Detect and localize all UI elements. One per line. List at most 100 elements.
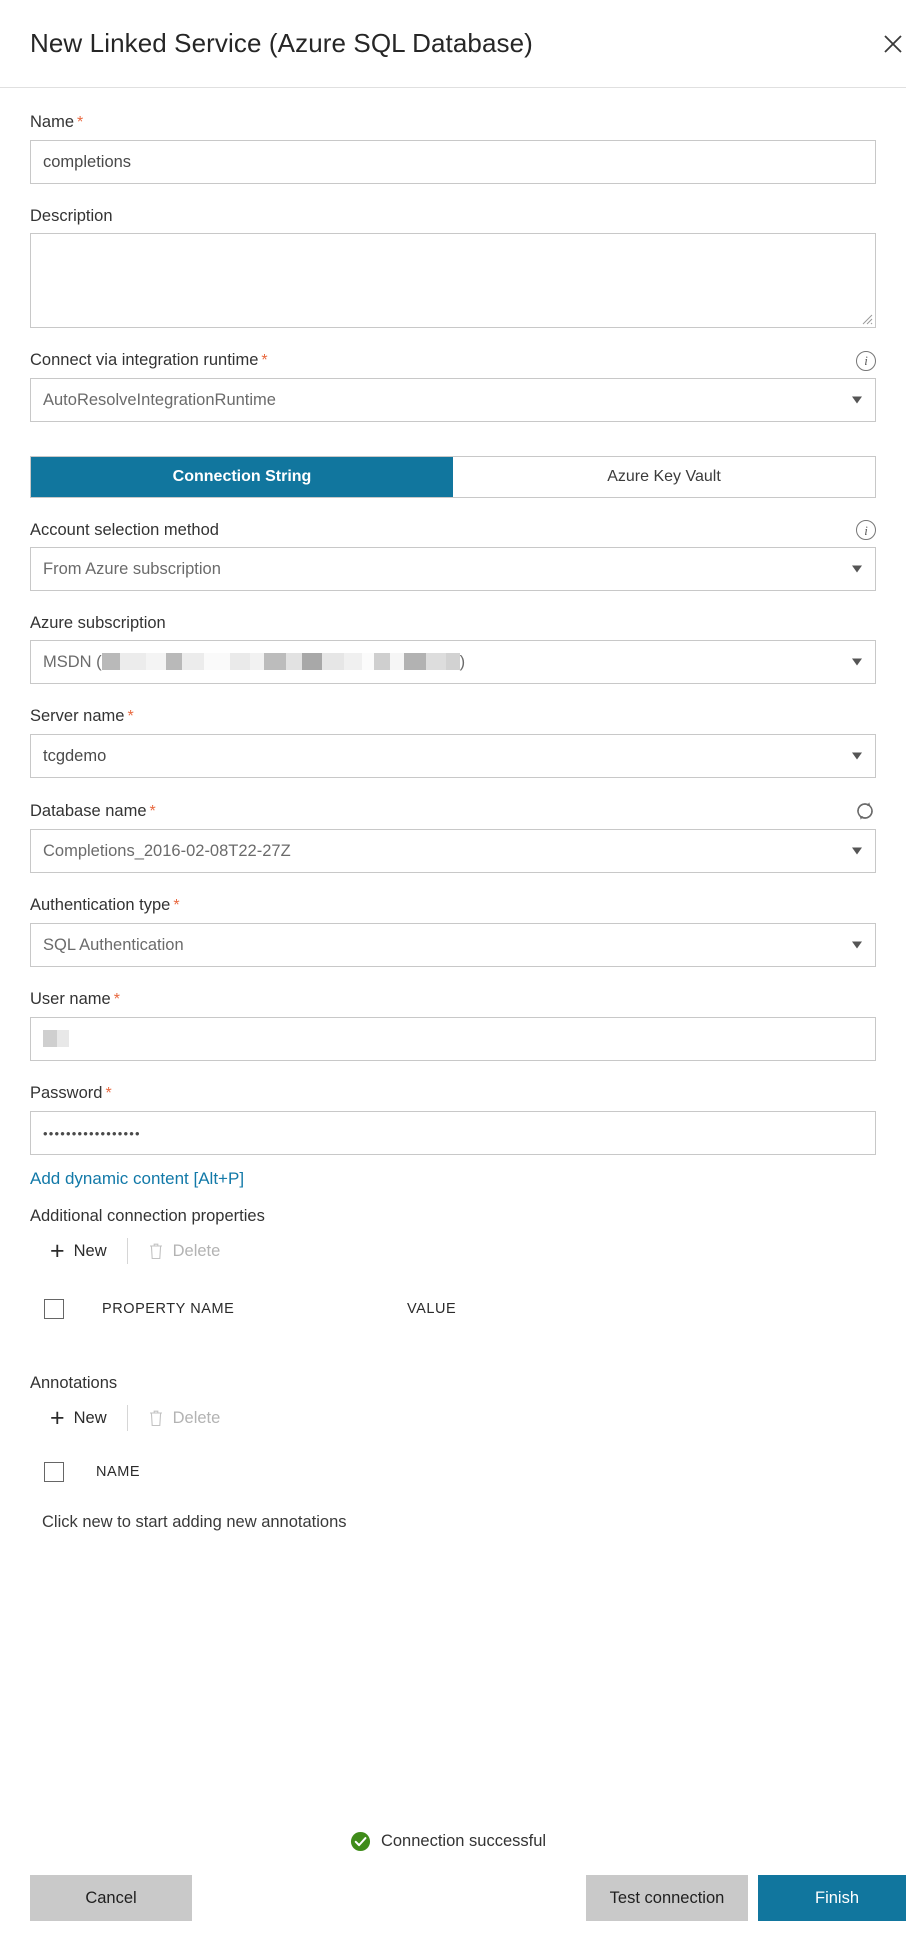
info-icon[interactable]: i [856,520,876,540]
field-authentication-type: Authentication type * SQL Authentication [30,895,876,967]
chevron-down-icon [852,847,862,855]
account-selection-value: From Azure subscription [43,559,221,578]
additional-properties-table-header: PROPERTY NAME VALUE [30,1286,876,1332]
redaction-block [321,652,344,670]
connection-tabs: Connection String Azure Key Vault [30,456,876,498]
name-label: Name * [30,113,84,131]
redaction-block [229,652,250,670]
server-name-label: Server name * [30,707,134,725]
column-name: NAME [96,1464,141,1480]
name-label-row: Name * [30,112,876,133]
delete-annotation-button[interactable]: Delete [142,1405,227,1432]
annotations-title: Annotations [30,1374,118,1392]
integration-runtime-label: Connect via integration runtime * [30,351,268,369]
integration-runtime-label-row: Connect via integration runtime * i [30,350,876,371]
redaction-block [181,652,204,670]
database-name-label: Database name * [30,801,156,820]
additional-connection-properties-section: Additional connection properties + New D… [30,1207,876,1332]
password-label-row: Password * [30,1083,876,1104]
description-label-row: Description [30,206,876,226]
trash-icon [149,1243,162,1260]
page-title: New Linked Service (Azure SQL Database) [30,28,533,58]
database-name-select[interactable]: Completions_2016-02-08T22-27Z [30,829,876,873]
chevron-down-icon [852,752,862,760]
cancel-button[interactable]: Cancel [30,1875,192,1921]
finish-button[interactable]: Finish [758,1875,906,1921]
description-label: Description [30,207,113,225]
plus-icon: + [50,1404,65,1432]
annotations-section: Annotations + New Delete NAME Click new … [30,1374,876,1532]
select-all-annotations-checkbox[interactable] [44,1462,64,1482]
dialog-footer: Cancel Test connection Finish [0,1856,906,1940]
add-annotation-button[interactable]: + New [44,1405,113,1432]
required-asterisk: * [261,352,268,369]
authentication-type-label: Authentication type * [30,896,180,914]
redacted-user-name [43,1029,69,1047]
select-all-properties-checkbox[interactable] [44,1299,64,1319]
chevron-down-icon [852,658,862,666]
plus-icon: + [50,1237,65,1265]
description-textarea[interactable] [30,233,876,328]
field-password: Password * ••••••••••••••••• [30,1083,876,1155]
test-connection-button[interactable]: Test connection [586,1875,748,1921]
redaction-block [119,652,146,670]
redaction-block [403,652,426,670]
tab-azure-key-vault[interactable]: Azure Key Vault [453,457,875,497]
azure-subscription-prefix: MSDN ( [43,652,102,671]
azure-subscription-select[interactable]: MSDN () [30,640,876,684]
add-property-button[interactable]: + New [44,1238,113,1265]
redaction-block [165,652,182,670]
connection-status: Connection successful [0,1831,906,1852]
field-name: Name * completions [30,112,876,184]
azure-subscription-suffix: ) [459,652,466,671]
add-dynamic-content-link[interactable]: Add dynamic content [Alt+P] [30,1169,244,1189]
annotations-empty-message: Click new to start adding new annotation… [42,1513,347,1531]
refresh-icon[interactable] [854,800,876,822]
server-name-select[interactable]: tcgdemo [30,734,876,778]
chevron-down-icon [852,941,862,949]
account-selection-select[interactable]: From Azure subscription [30,547,876,591]
close-icon[interactable] [872,23,906,65]
azure-subscription-label-row: Azure subscription [30,613,876,633]
delete-property-button[interactable]: Delete [142,1238,227,1265]
add-property-label: New [73,1241,107,1260]
redacted-subscription-id [101,652,460,670]
integration-runtime-select[interactable]: AutoResolveIntegrationRuntime [30,378,876,422]
toolbar-divider [126,1238,128,1264]
redaction-block [249,652,264,670]
field-description: Description [30,206,876,328]
authentication-type-select[interactable]: SQL Authentication [30,923,876,967]
required-asterisk: * [149,802,156,820]
delete-property-label: Delete [172,1241,221,1260]
field-account-selection-method: Account selection method i From Azure su… [30,520,876,591]
user-name-input[interactable] [30,1017,876,1061]
redaction-block [373,652,390,670]
chevron-down-icon [852,565,862,573]
trash-icon [149,1410,162,1427]
password-input[interactable]: ••••••••••••••••• [30,1111,876,1155]
integration-runtime-value: AutoResolveIntegrationRuntime [43,390,276,409]
database-name-value: Completions_2016-02-08T22-27Z [43,841,291,860]
required-asterisk: * [173,897,180,914]
name-input[interactable]: completions [30,140,876,184]
redaction-block [203,652,230,670]
required-asterisk: * [77,114,84,131]
redaction-block [343,652,362,670]
field-server-name: Server name * tcgdemo [30,706,876,778]
redaction-block [101,652,120,670]
redaction-block [145,652,166,670]
linked-service-form: Name * completions Description Connect vi… [0,112,906,1532]
resize-grip-icon[interactable] [862,314,873,325]
account-selection-label-row: Account selection method i [30,520,876,540]
database-name-label-row: Database name * [30,800,876,822]
password-value: ••••••••••••••••• [43,1125,141,1141]
tab-connection-string[interactable]: Connection String [31,457,453,497]
chevron-down-icon [852,396,862,404]
field-azure-subscription: Azure subscription MSDN () [30,613,876,684]
required-asterisk: * [127,708,134,725]
connection-status-text: Connection successful [380,1832,547,1850]
field-user-name: User name * [30,989,876,1061]
password-label: Password * [30,1084,112,1102]
info-icon[interactable]: i [856,350,876,371]
field-database-name: Database name * Completions_2016-02-08T22… [30,800,876,873]
